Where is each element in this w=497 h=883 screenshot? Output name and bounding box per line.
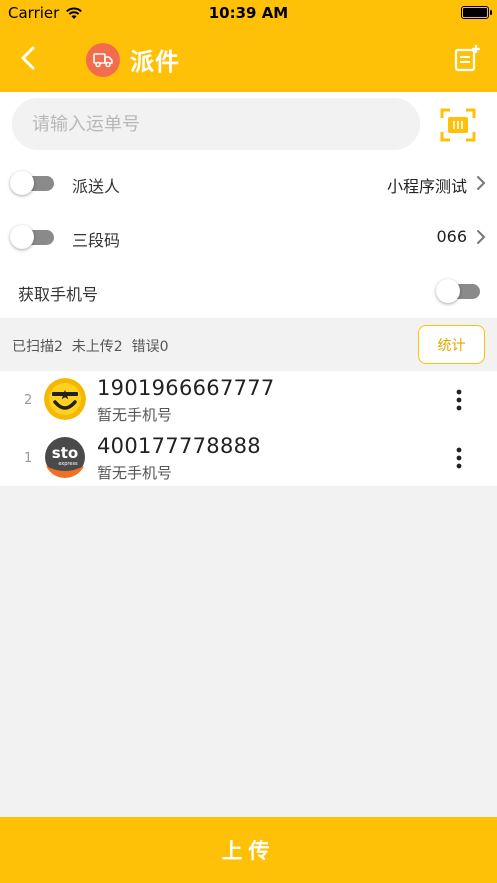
scan-stats-bar: 已扫描2 未上传2 错误0 统计 [0,318,497,371]
three-code-toggle[interactable] [10,225,56,249]
battery-icon [461,6,492,19]
list-item[interactable]: 2 1901966667777 暂无手机号 [0,371,497,428]
three-code-value: 066 [436,227,467,246]
three-code-label: 三段码 [72,231,121,250]
tracking-number-input[interactable] [12,98,420,150]
search-bar [0,92,497,156]
title-group: 派件 [86,42,180,77]
list-item[interactable]: 1 sto express 400177778888 暂无手机号 [0,429,497,486]
stats-button[interactable]: 统计 [418,325,485,364]
courier-value: 小程序测试 [386,177,467,196]
fetch-phone-row: 获取手机号 [0,264,497,318]
phone-status: 暂无手机号 [97,406,173,424]
header-bar: Carrier 10:39 AM 派件 [0,0,497,92]
phone-status: 暂无手机号 [97,464,173,482]
logo-subtext: express [58,461,78,467]
more-vertical-icon[interactable] [455,388,463,412]
tracking-number: 1901966667777 [97,376,275,400]
courier-toggle[interactable] [10,171,56,195]
fetch-phone-toggle[interactable] [436,279,482,303]
smiley-courier-logo [44,378,86,420]
back-button[interactable] [14,44,42,72]
page-title: 派件 [130,48,180,76]
chevron-left-icon [21,46,35,70]
sto-express-logo: sto express [44,436,86,478]
item-index: 2 [24,393,33,408]
upload-button[interactable]: 上传 [0,817,497,883]
three-code-row[interactable]: 三段码 066 [0,210,497,264]
item-index: 1 [24,451,33,466]
status-bar: Carrier 10:39 AM [0,0,497,26]
add-list-icon[interactable] [453,44,481,72]
chevron-right-icon [477,230,486,244]
truck-badge [86,42,120,77]
logo-text: sto [52,444,78,462]
nav-bar: 派件 [0,34,497,84]
courier-row[interactable]: 派送人 小程序测试 [0,156,497,210]
more-vertical-icon[interactable] [455,446,463,470]
chevron-right-icon [477,176,486,190]
parcel-list: 2 1901966667777 暂无手机号 1 sto express 4001… [0,371,497,486]
scan-summary: 已扫描2 未上传2 错误0 [12,339,169,355]
fetch-phone-label: 获取手机号 [18,285,99,304]
scan-icon[interactable] [440,108,476,142]
clock: 10:39 AM [208,4,289,22]
courier-label: 派送人 [72,177,121,196]
truck-icon [93,52,113,67]
tracking-number: 400177778888 [97,434,261,458]
